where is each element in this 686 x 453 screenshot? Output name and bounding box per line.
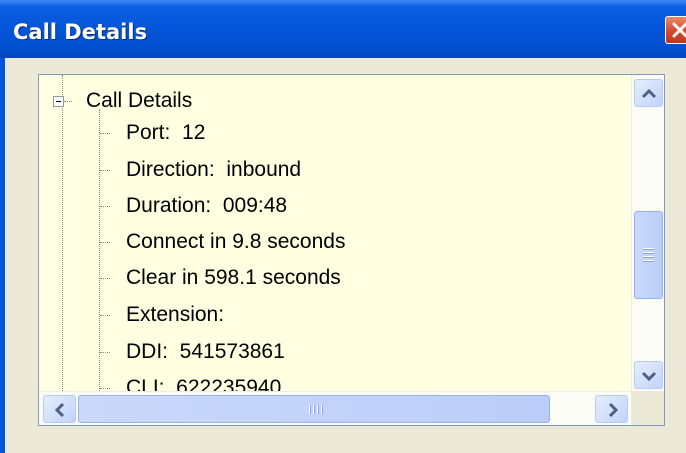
close-button[interactable] [665,16,686,44]
scroll-right-button[interactable] [595,395,628,423]
scroll-left-button[interactable] [43,395,76,423]
chevron-left-icon [54,402,65,418]
thumb-grip-icon [309,405,311,414]
scroll-down-button[interactable] [634,361,663,389]
tree-connector [100,352,110,353]
title-bar[interactable]: Call Details [0,0,686,58]
scroll-up-button[interactable] [634,79,663,107]
tree-item-connect-time[interactable]: Connect in 9.8 seconds [126,230,345,254]
tree-item-ddi[interactable]: DDI: 541573861 [126,340,285,364]
vertical-scroll-thumb[interactable] [634,211,663,299]
tree-connector [100,278,110,279]
tree-item-port[interactable]: Port: 12 [126,121,205,145]
tree-connector [100,133,110,134]
tree-child-guide-line [99,109,100,391]
tree-root-guide-line [62,75,63,391]
tree-item-extension[interactable]: Extension: [126,303,224,327]
tree-item-direction[interactable]: Direction: inbound [126,158,301,182]
thumb-grip-icon [643,252,654,254]
horizontal-scrollbar[interactable] [39,391,631,425]
window-title: Call Details [13,20,148,44]
chevron-up-icon [641,88,657,99]
tree-root-label[interactable]: Call Details [86,89,192,113]
tree-item-duration[interactable]: Duration: 009:48 [126,194,287,218]
vertical-scrollbar[interactable] [631,75,664,391]
thumb-grip-icon [317,405,319,414]
scrollbar-corner [631,391,664,425]
thumb-grip-icon [643,248,654,250]
call-details-tree[interactable]: Call Details Port: 12 Direction: inbound… [38,74,665,426]
thumb-grip-icon [313,405,315,414]
tree-connector [100,388,110,389]
tree-connector [100,206,110,207]
tree-connector [100,242,110,243]
window-frame-left [0,58,5,453]
chevron-right-icon [608,402,619,418]
collapse-toggle-icon[interactable] [53,96,64,107]
thumb-grip-icon [643,260,654,262]
thumb-grip-icon [643,256,654,258]
tree-root-connector [64,101,72,102]
thumb-grip-icon [321,405,323,414]
close-icon [672,22,686,38]
tree-connector [100,315,110,316]
call-details-window: Call Details Call Details Port: 12 Direc… [0,0,686,453]
horizontal-scroll-thumb[interactable] [78,395,550,423]
chevron-down-icon [641,371,657,382]
tree-item-clear-time[interactable]: Clear in 598.1 seconds [126,266,341,290]
tree-connector [100,170,110,171]
